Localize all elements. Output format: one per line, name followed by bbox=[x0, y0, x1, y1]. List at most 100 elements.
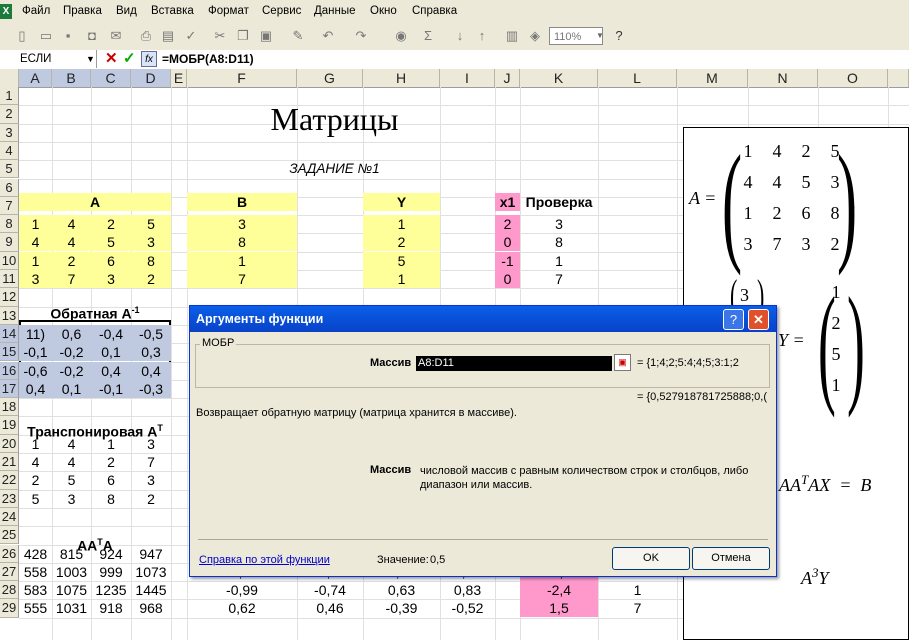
x1-header[interactable]: x1 bbox=[495, 193, 520, 211]
matrix-a-cell[interactable]: 2 bbox=[131, 270, 171, 288]
column-header[interactable]: I bbox=[440, 69, 495, 87]
menu-view[interactable]: Вид bbox=[116, 5, 137, 17]
format-painter-icon[interactable]: ✎ bbox=[290, 28, 306, 44]
column-header[interactable]: C bbox=[91, 69, 131, 87]
excel-app-icon[interactable]: X bbox=[0, 4, 12, 19]
column-header[interactable]: F bbox=[187, 69, 297, 87]
column-header[interactable]: G bbox=[297, 69, 363, 87]
column-header[interactable]: H bbox=[363, 69, 440, 87]
result-cell[interactable]: -0,52 bbox=[440, 599, 495, 617]
sheet-title[interactable]: Матрицы bbox=[171, 100, 498, 138]
menu-file[interactable]: Файл bbox=[22, 5, 50, 17]
inverse-cell[interactable]: -0,1 bbox=[91, 379, 131, 398]
aata-cell[interactable]: 1003 bbox=[52, 563, 91, 581]
menu-data[interactable]: Данные bbox=[314, 5, 356, 17]
transpose-cell[interactable]: 3 bbox=[131, 435, 171, 453]
matrix-a-cell[interactable]: 2 bbox=[91, 215, 131, 234]
vector-y-header[interactable]: Y bbox=[363, 193, 440, 211]
open-icon[interactable]: ▭ bbox=[38, 28, 54, 44]
transpose-cell[interactable]: 3 bbox=[52, 490, 91, 508]
x1-cell[interactable]: 2 bbox=[495, 215, 520, 234]
aata-cell[interactable]: 815 bbox=[52, 545, 91, 563]
vector-b-cell[interactable]: 8 bbox=[187, 233, 297, 252]
ok-button[interactable]: OK bbox=[612, 547, 690, 570]
matrix-a-cell[interactable]: 1 bbox=[19, 251, 52, 270]
row-header[interactable]: 16 bbox=[0, 361, 19, 380]
row-header[interactable]: 12 bbox=[0, 288, 19, 307]
transpose-cell[interactable]: 2 bbox=[131, 490, 171, 508]
row-header[interactable]: 13 bbox=[0, 306, 19, 325]
sort-asc-icon[interactable]: ↓ bbox=[452, 28, 468, 44]
menu-format[interactable]: Формат bbox=[208, 5, 249, 17]
matrix-a-cell[interactable]: 5 bbox=[91, 233, 131, 252]
matrix-a-cell[interactable]: 5 bbox=[131, 215, 171, 234]
help-icon[interactable]: ? bbox=[611, 28, 627, 44]
row-header[interactable]: 28 bbox=[0, 581, 19, 600]
inverse-cell[interactable]: 0,1 bbox=[52, 379, 91, 398]
transpose-cell[interactable]: 6 bbox=[91, 471, 131, 489]
inverse-cell[interactable]: -0,2 bbox=[52, 361, 91, 380]
matrix-a-cell[interactable]: 8 bbox=[131, 251, 171, 270]
enter-icon[interactable]: ✓ bbox=[123, 50, 136, 68]
matrix-a-cell[interactable]: 1 bbox=[19, 215, 52, 234]
inverse-cell[interactable]: 11) bbox=[19, 324, 52, 343]
row-header[interactable]: 22 bbox=[0, 471, 19, 490]
close-icon[interactable]: ✕ bbox=[748, 309, 769, 330]
vector-y-cell[interactable]: 1 bbox=[363, 215, 440, 234]
row-header[interactable]: 11 bbox=[0, 270, 19, 289]
inverse-cell[interactable]: -0,3 bbox=[131, 379, 171, 398]
row-header[interactable]: 14 bbox=[0, 324, 19, 344]
check-cell[interactable]: 7 bbox=[520, 270, 598, 288]
x1-cell[interactable]: -1 bbox=[495, 251, 520, 270]
row-header[interactable]: 19 bbox=[0, 416, 19, 435]
matrix-a-cell[interactable]: 6 bbox=[91, 251, 131, 270]
copy-icon[interactable]: ❐ bbox=[235, 28, 251, 44]
row-header[interactable]: 18 bbox=[0, 398, 19, 417]
inverse-cell[interactable]: 0,4 bbox=[19, 379, 52, 398]
transpose-cell[interactable]: 8 bbox=[91, 490, 131, 508]
zoom-select[interactable]: 110% bbox=[549, 27, 603, 45]
collapse-dialog-icon[interactable]: ▣ bbox=[614, 354, 631, 371]
row-header[interactable]: 25 bbox=[0, 526, 19, 545]
aata-cell[interactable]: 1445 bbox=[131, 581, 171, 599]
result-cell[interactable]: 0,62 bbox=[187, 599, 297, 617]
check-cell[interactable]: 3 bbox=[520, 215, 598, 233]
matrix-a-cell[interactable]: 3 bbox=[19, 270, 52, 288]
vector-y-cell[interactable]: 5 bbox=[363, 251, 440, 270]
column-header[interactable]: O bbox=[818, 69, 888, 87]
column-header[interactable]: M bbox=[677, 69, 748, 87]
aata-cell[interactable]: 428 bbox=[19, 545, 52, 563]
l-cell[interactable]: 1 bbox=[598, 581, 677, 599]
row-header[interactable]: 20 bbox=[0, 434, 19, 453]
result-cell[interactable]: 0,63 bbox=[363, 581, 440, 599]
formula-input[interactable]: =МОБР(A8:D11) bbox=[162, 50, 254, 68]
inverse-cell[interactable]: -0,1 bbox=[19, 343, 52, 362]
transpose-cell[interactable]: 2 bbox=[91, 453, 131, 471]
aata-cell[interactable]: 999 bbox=[91, 563, 131, 581]
column-header[interactable]: L bbox=[598, 69, 677, 87]
matrix-a-cell[interactable]: 2 bbox=[52, 251, 91, 270]
vector-y-cell[interactable]: 2 bbox=[363, 233, 440, 252]
row-header[interactable]: 23 bbox=[0, 489, 19, 508]
cut-icon[interactable]: ✂ bbox=[212, 28, 228, 44]
print-icon[interactable]: ⎙ bbox=[138, 28, 154, 44]
check-header[interactable]: Проверка bbox=[520, 193, 598, 211]
column-header[interactable]: B bbox=[52, 69, 91, 87]
matrix-a-cell[interactable]: 7 bbox=[52, 270, 91, 288]
transpose-cell[interactable]: 1 bbox=[91, 435, 131, 453]
transpose-cell[interactable]: 5 bbox=[52, 471, 91, 489]
row-header[interactable]: 8 bbox=[0, 215, 19, 234]
row-header[interactable]: 9 bbox=[0, 233, 19, 252]
cancel-icon[interactable]: ✕ bbox=[105, 50, 118, 68]
transpose-cell[interactable]: 5 bbox=[19, 490, 52, 508]
aata-cell[interactable]: 1073 bbox=[131, 563, 171, 581]
transpose-cell[interactable]: 1 bbox=[19, 435, 52, 453]
row-header[interactable]: 3 bbox=[0, 123, 19, 142]
menu-tools[interactable]: Сервис bbox=[262, 5, 301, 17]
inverse-cell[interactable]: -0,5 bbox=[131, 324, 171, 343]
menu-insert[interactable]: Вставка bbox=[151, 5, 194, 17]
vector-b-cell[interactable]: 7 bbox=[187, 270, 297, 288]
drawing-icon[interactable]: ◈ bbox=[527, 28, 543, 44]
inverse-cell[interactable]: -0,4 bbox=[91, 324, 131, 343]
row-header[interactable]: 6 bbox=[0, 178, 19, 197]
